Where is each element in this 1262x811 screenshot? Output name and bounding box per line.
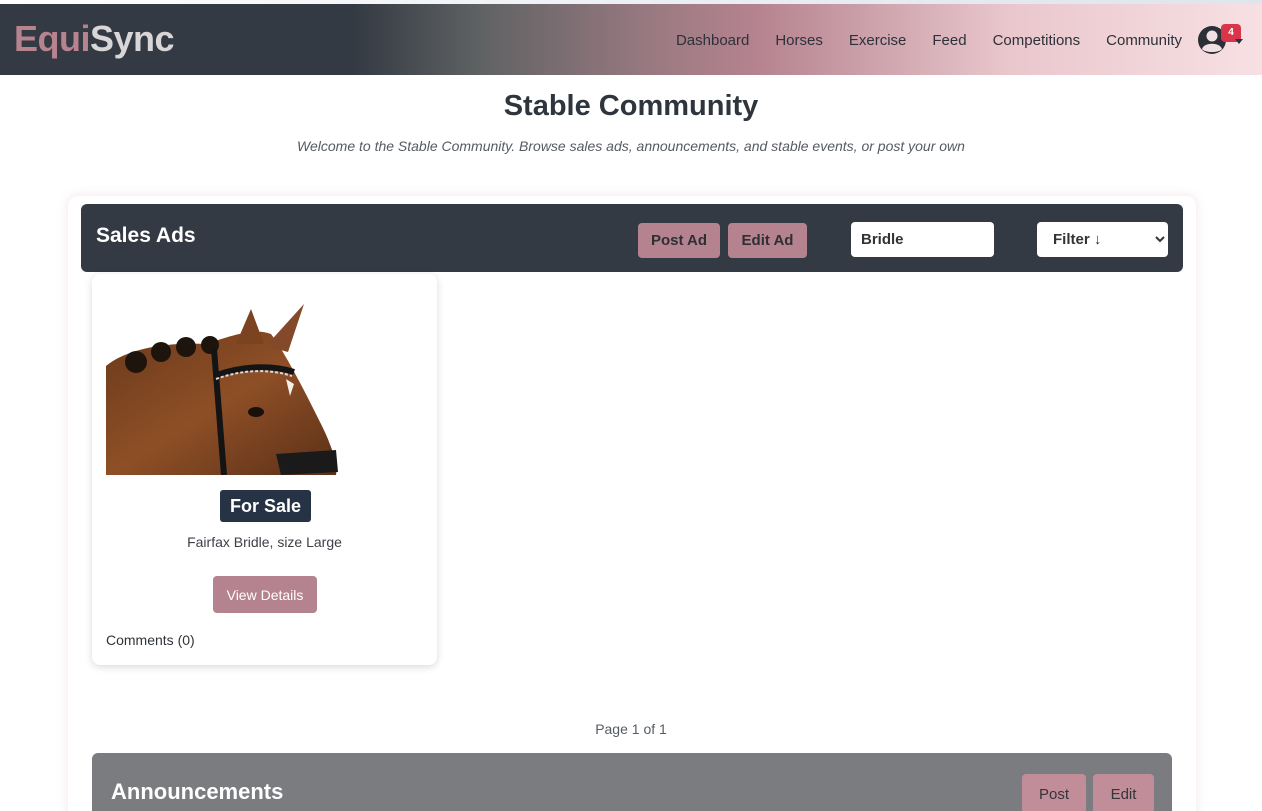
announcements-title: Announcements	[111, 779, 284, 804]
view-details-button[interactable]: View Details	[213, 576, 317, 613]
navbar: EquiSync Dashboard Horses Exercise Feed …	[0, 4, 1262, 75]
pagination: Page 1 of 1	[595, 721, 667, 737]
nav-dashboard[interactable]: Dashboard	[676, 32, 749, 49]
page-title: Stable Community	[503, 90, 759, 122]
brand-part1: Equi	[14, 18, 91, 59]
bridle-horse-image	[106, 304, 356, 475]
post-ad-button[interactable]: Post Ad	[638, 223, 720, 258]
brand-part2: Sync	[90, 18, 175, 59]
nav-exercise[interactable]: Exercise	[849, 32, 907, 49]
comments-link[interactable]: Comments (0)	[106, 632, 195, 648]
sales-ads-header: Sales Ads Post Ad Edit Ad Filter ↓	[81, 204, 1183, 272]
sale-ad-card: For Sale Fairfax Bridle, size Large View…	[92, 274, 437, 665]
ad-description: Fairfax Bridle, size Large	[187, 534, 342, 550]
nav-community[interactable]: Community	[1106, 32, 1182, 49]
page-subtitle: Welcome to the Stable Community. Browse …	[297, 138, 965, 154]
edit-announcement-button[interactable]: Edit	[1093, 774, 1154, 811]
nav-feed[interactable]: Feed	[932, 32, 966, 49]
sales-filter-select[interactable]: Filter ↓	[1037, 222, 1168, 257]
sales-search-input[interactable]	[851, 222, 994, 257]
nav-links: Dashboard Horses Exercise Feed Competiti…	[676, 32, 1182, 49]
sales-ads-title: Sales Ads	[96, 224, 196, 247]
announcements-header: Announcements Post Edit	[92, 753, 1172, 811]
for-sale-badge: For Sale	[220, 490, 312, 522]
nav-horses[interactable]: Horses	[775, 32, 823, 49]
edit-ad-button[interactable]: Edit Ad	[728, 223, 807, 258]
brand-logo[interactable]: EquiSync	[14, 18, 175, 60]
post-announcement-button[interactable]: Post	[1022, 774, 1086, 811]
nav-competitions[interactable]: Competitions	[993, 32, 1081, 49]
chevron-down-icon[interactable]	[1235, 39, 1243, 44]
